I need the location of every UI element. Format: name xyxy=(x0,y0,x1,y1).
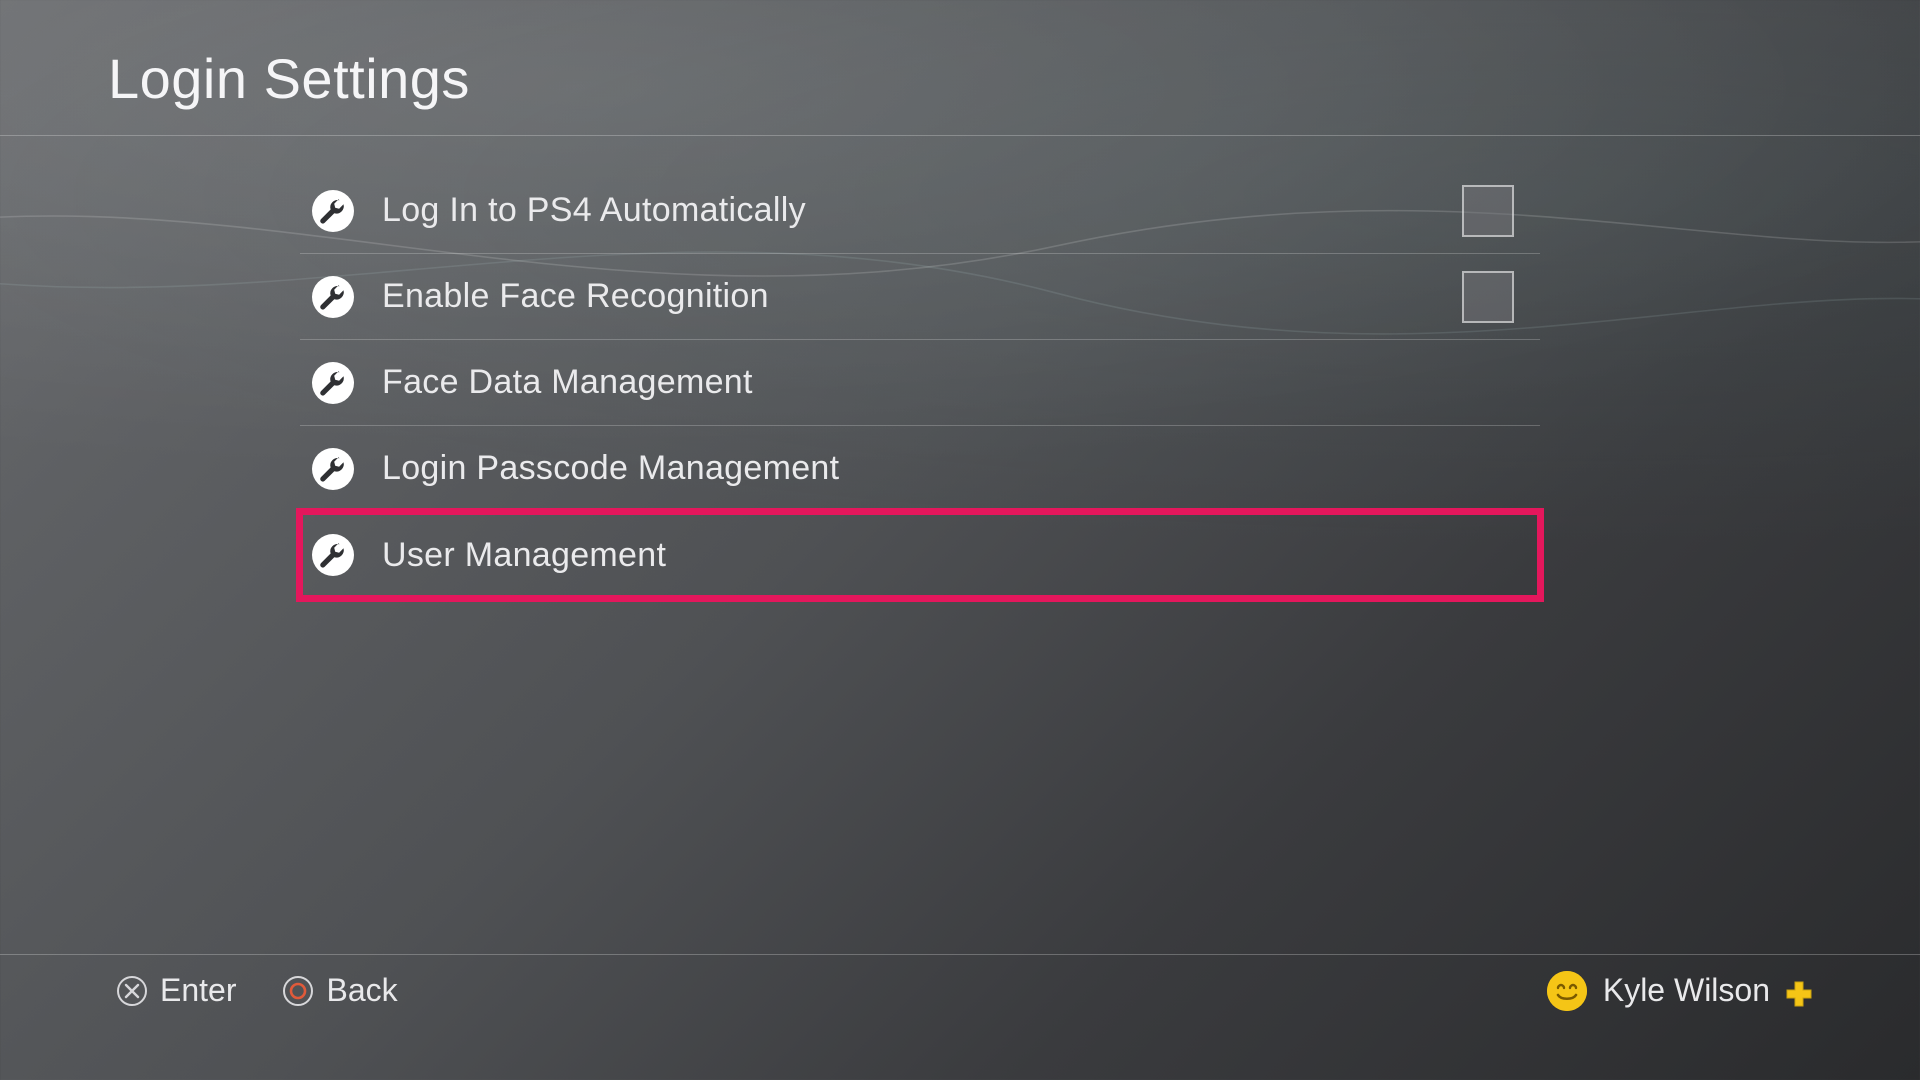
menu-item-label: Enable Face Recognition xyxy=(382,277,769,316)
menu-item-label: Login Passcode Management xyxy=(382,449,839,488)
menu-item-label: Log In to PS4 Automatically xyxy=(382,191,806,230)
user-name: Kyle Wilson xyxy=(1603,972,1770,1009)
cross-button-icon xyxy=(116,975,148,1007)
hint-enter-label: Enter xyxy=(160,972,236,1009)
page-header: Login Settings xyxy=(0,0,1920,136)
ps-plus-icon xyxy=(1786,978,1812,1004)
menu-item-login-passcode-management[interactable]: Login Passcode Management xyxy=(300,426,1540,512)
menu-item-enable-face-recognition[interactable]: Enable Face Recognition xyxy=(300,254,1540,340)
menu-item-face-data-management[interactable]: Face Data Management xyxy=(300,340,1540,426)
hint-enter: Enter xyxy=(116,972,236,1009)
settings-list: Log In to PS4 Automatically Enable Face … xyxy=(300,168,1540,598)
hint-back-label: Back xyxy=(326,972,397,1009)
page-title: Login Settings xyxy=(108,46,1920,111)
user-indicator[interactable]: Kyle Wilson xyxy=(1547,971,1812,1011)
wrench-icon xyxy=(312,534,354,576)
menu-item-user-management[interactable]: User Management xyxy=(300,512,1540,598)
wrench-icon xyxy=(312,276,354,318)
menu-item-login-automatically[interactable]: Log In to PS4 Automatically xyxy=(300,168,1540,254)
menu-item-label: User Management xyxy=(382,536,666,575)
wrench-icon xyxy=(312,190,354,232)
circle-button-icon xyxy=(282,975,314,1007)
menu-item-label: Face Data Management xyxy=(382,363,753,402)
footer-bar: Enter Back Kyle Wilson xyxy=(0,954,1920,1026)
wrench-icon xyxy=(312,448,354,490)
hint-back: Back xyxy=(282,972,397,1009)
avatar-icon xyxy=(1547,971,1587,1011)
wrench-icon xyxy=(312,362,354,404)
checkbox[interactable] xyxy=(1462,185,1514,237)
checkbox[interactable] xyxy=(1462,271,1514,323)
